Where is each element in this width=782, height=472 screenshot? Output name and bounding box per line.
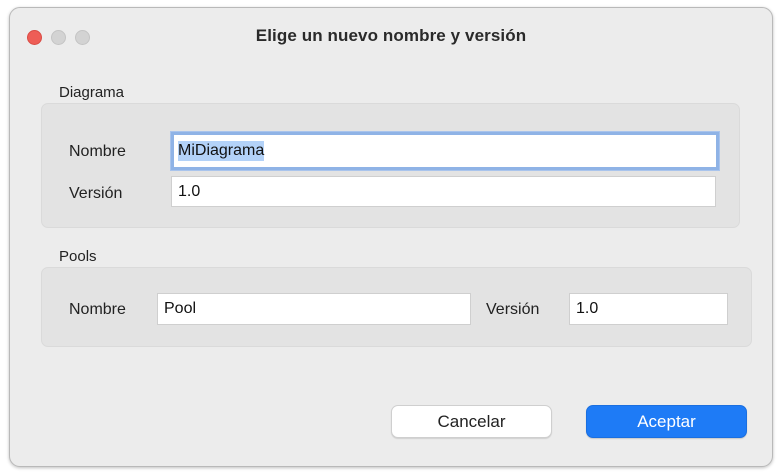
zoom-window-icon[interactable] [75,30,90,45]
diagram-version-value: 1.0 [178,182,201,200]
dialog-title: Elige un nuevo nombre y versión [255,26,527,45]
diagram-name-value: MiDiagrama [178,141,265,161]
pool-version-label: Versión [486,301,540,318]
diagram-name-input[interactable]: MiDiagrama [171,132,719,170]
pools-group-label: Pools [59,248,97,265]
pool-name-value: Pool [164,300,197,317]
window-controls [27,30,90,45]
pools-group-box: Nombre Pool Versión 1.0 [41,267,752,347]
diagram-group-label: Diagrama [59,84,125,101]
dialog-window: Elige un nuevo nombre y versión Diagrama… [9,7,773,467]
close-window-icon[interactable] [27,30,42,45]
diagram-group-box: Nombre MiDiagrama Versión 1.0 [41,103,740,228]
diagram-version-label: Versión [69,185,123,202]
diagram-version-input[interactable]: 1.0 [171,176,716,207]
accept-button[interactable]: Aceptar [586,405,747,438]
pool-name-input[interactable]: Pool [157,293,471,325]
cancel-button[interactable]: Cancelar [391,405,552,438]
diagram-name-label: Nombre [69,143,126,160]
pool-version-value: 1.0 [576,300,599,317]
minimize-window-icon[interactable] [51,30,66,45]
pool-version-input[interactable]: 1.0 [569,293,728,325]
pool-name-label: Nombre [69,301,126,318]
title-bar: Elige un nuevo nombre y versión [10,8,772,64]
